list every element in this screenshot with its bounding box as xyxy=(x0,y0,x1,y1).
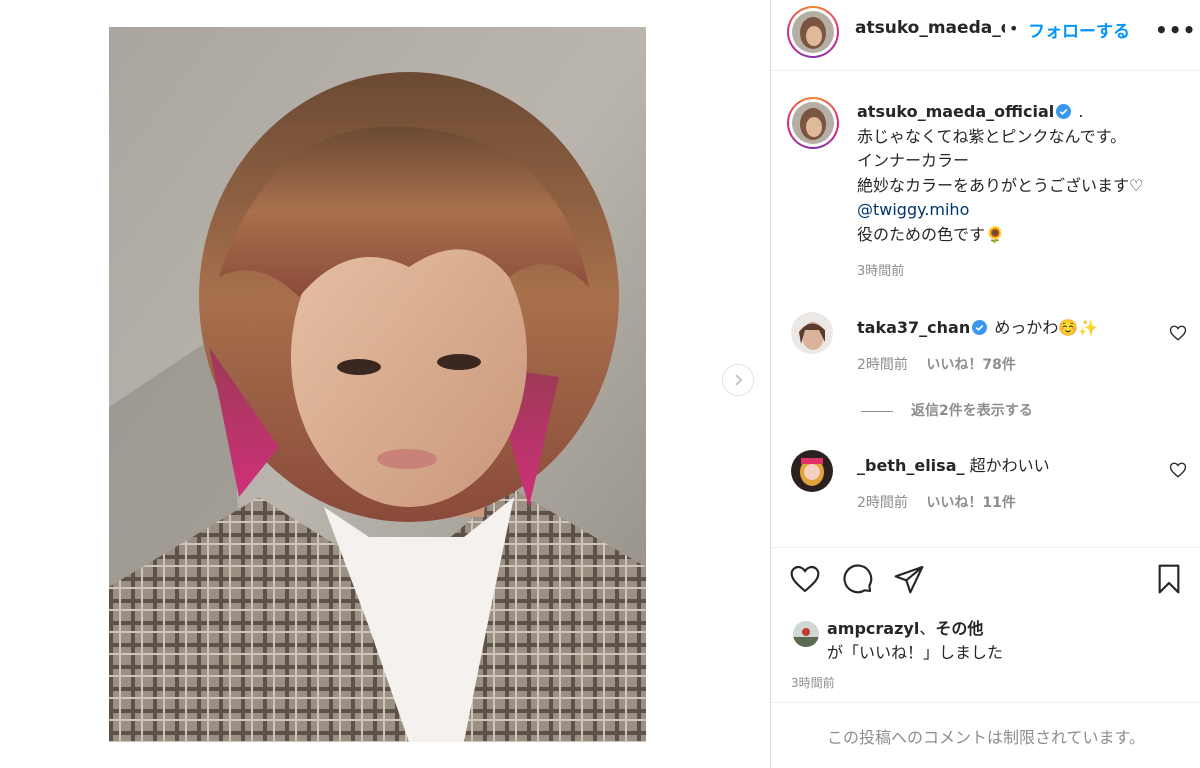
caption-line: インナーカラー xyxy=(857,151,970,170)
comment-text: 超かわいい xyxy=(969,456,1050,475)
caption-line: 役のための色です🌻 xyxy=(857,224,1005,244)
caption-line: 絶妙なカラーをありがとうございます♡ xyxy=(857,175,1144,195)
next-photo-button[interactable] xyxy=(722,364,754,396)
post-header: atsuko_maeda_official • フォローする ••• xyxy=(771,0,1200,71)
bookmark-icon[interactable] xyxy=(1153,563,1185,595)
likes-connector: 、 xyxy=(919,619,936,638)
liker-avatar[interactable] xyxy=(793,621,819,647)
comment-body: taka37_chan めっかわ☺️✨ xyxy=(857,314,1098,338)
comment-likes[interactable]: いいね！11件 xyxy=(926,495,1015,511)
mention-link[interactable]: @twiggy.miho xyxy=(857,198,1187,223)
comment-time[interactable]: 2時間前 xyxy=(857,495,908,511)
comments-restricted-notice: この投稿へのコメントは制限されています。 xyxy=(771,702,1200,768)
chevron-right-icon xyxy=(735,374,743,386)
comment-avatar[interactable] xyxy=(791,312,833,354)
separator-dot: • xyxy=(1009,19,1019,38)
comment-like-heart-icon[interactable] xyxy=(1169,324,1187,342)
comment-body: _beth_elisa_ 超かわいい xyxy=(857,452,1050,476)
instagram-post-page: atsuko_maeda_official • フォローする ••• atsuk… xyxy=(0,0,1200,768)
comment-avatar[interactable] xyxy=(791,450,833,492)
comment-meta: 2時間前 いいね！78件 xyxy=(857,354,1030,374)
likes-text: ampcrazyl、その他 xyxy=(827,616,983,642)
replies-divider xyxy=(861,410,893,412)
heart-icon[interactable] xyxy=(789,563,821,595)
comment-likes[interactable]: いいね！78件 xyxy=(926,357,1015,373)
caption-timestamp[interactable]: 3時間前 xyxy=(857,260,904,279)
verified-badge-icon xyxy=(1056,104,1072,119)
action-bar xyxy=(771,547,1200,607)
view-replies-label: 返信2件を表示する xyxy=(911,403,1033,419)
comment-text: めっかわ☺️✨ xyxy=(994,318,1099,337)
post-caption: atsuko_maeda_official . 赤じゃなくてね紫とピンクなんです… xyxy=(857,100,1187,247)
caption-line: . xyxy=(1078,102,1084,121)
media-area xyxy=(0,0,770,768)
likes-suffix: が「いいね！」しました xyxy=(827,643,1004,662)
share-icon[interactable] xyxy=(893,563,925,595)
post-timestamp[interactable]: 3時間前 xyxy=(791,674,835,691)
caption-username[interactable]: atsuko_maeda_official xyxy=(857,102,1054,121)
comment-time[interactable]: 2時間前 xyxy=(857,357,908,373)
view-replies-button[interactable]: 返信2件を表示する xyxy=(861,400,1033,420)
liker-username[interactable]: ampcrazyl xyxy=(827,619,919,638)
post-side-panel: atsuko_maeda_official • フォローする ••• atsuk… xyxy=(770,0,1200,768)
avatar[interactable] xyxy=(792,11,834,53)
header-username[interactable]: atsuko_maeda_official xyxy=(855,18,1005,38)
verified-badge-icon xyxy=(972,320,988,335)
post-photo[interactable] xyxy=(109,27,646,742)
comment-like-heart-icon[interactable] xyxy=(1169,461,1187,479)
comment-username[interactable]: taka37_chan xyxy=(857,318,970,337)
comments-section: atsuko_maeda_official . 赤じゃなくてね紫とピンクなんです… xyxy=(771,72,1200,546)
comment-meta: 2時間前 いいね！11件 xyxy=(857,492,1030,512)
more-options-icon[interactable]: ••• xyxy=(1155,18,1196,42)
caption-line: 赤じゃなくてね紫とピンクなんです。 xyxy=(857,126,1127,146)
comment-username[interactable]: _beth_elisa_ xyxy=(857,456,964,475)
follow-button[interactable]: フォローする xyxy=(1028,17,1130,42)
caption-avatar[interactable] xyxy=(792,102,834,144)
likes-others-link[interactable]: その他 xyxy=(935,619,983,638)
comment-icon[interactable] xyxy=(842,563,874,595)
